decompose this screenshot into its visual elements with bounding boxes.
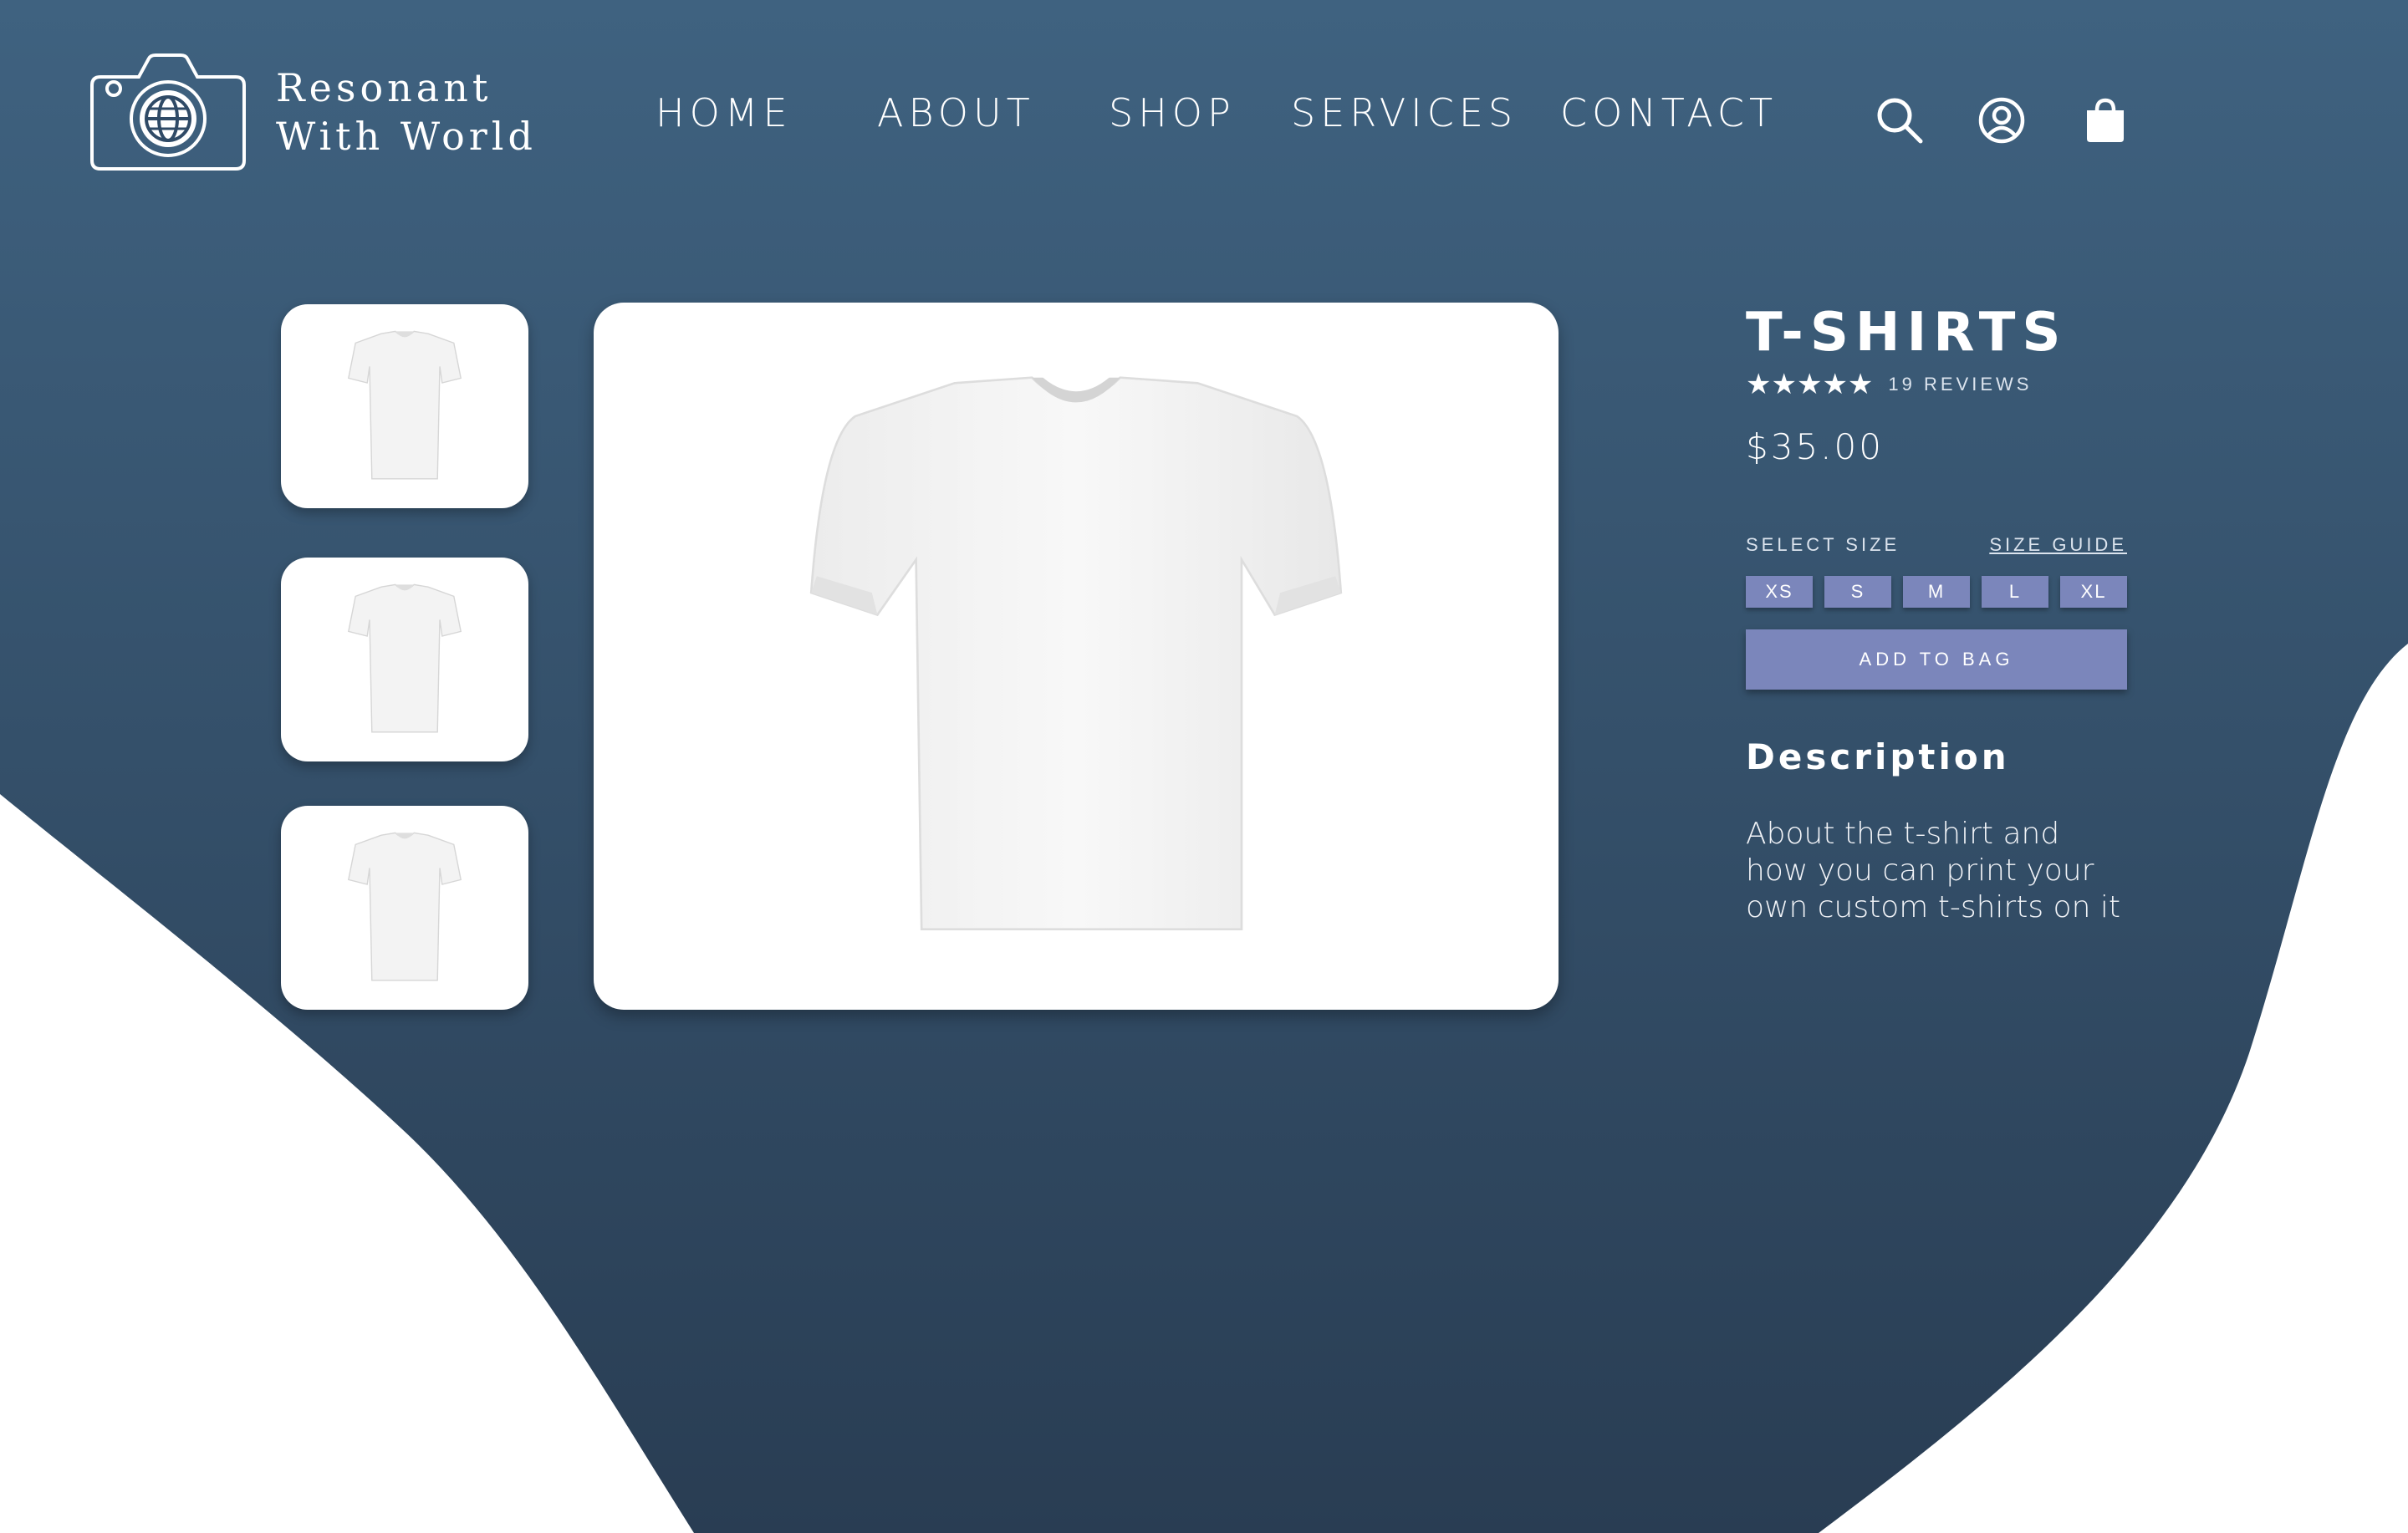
main-product-image xyxy=(594,303,1559,1010)
size-option-xl[interactable]: XL xyxy=(2060,576,2127,608)
nav-home[interactable]: HOME xyxy=(656,90,793,135)
rating-stars: ★★★★★ xyxy=(1746,369,1874,400)
tshirt-main-image xyxy=(809,376,1343,931)
product-page: Resonant With World HOME ABOUT SHOP SERV… xyxy=(0,0,2408,1533)
select-size-label: SELECT SIZE xyxy=(1746,534,1900,555)
thumbnail-3[interactable] xyxy=(281,806,528,1010)
product-rating: ★★★★★ 19 REVIEWS xyxy=(1746,368,2127,401)
size-option-m[interactable]: M xyxy=(1903,576,1970,608)
product-price: $35.00 xyxy=(1746,426,1884,467)
account-icon[interactable] xyxy=(1977,95,2027,145)
description-text: About the t-shirt and how you can print … xyxy=(1746,817,2120,924)
thumbnail-2[interactable] xyxy=(281,558,528,761)
nav-shop[interactable]: SHOP xyxy=(1109,90,1236,135)
search-icon[interactable] xyxy=(1875,95,1925,145)
shopping-bag-icon[interactable] xyxy=(2080,95,2130,145)
reviews-link[interactable]: 19 REVIEWS xyxy=(1888,374,2032,395)
tshirt-thumbnail-image xyxy=(347,583,462,733)
tshirt-thumbnail-image xyxy=(347,832,462,981)
add-to-bag-button[interactable]: ADD TO BAG xyxy=(1746,629,2127,690)
product-title: T-SHIRTS xyxy=(1746,302,2068,364)
size-options: XS S M L XL xyxy=(1746,576,2127,608)
main-nav: HOME ABOUT SHOP SERVICES CONTACT xyxy=(0,90,2408,149)
nav-contact[interactable]: CONTACT xyxy=(1560,90,1778,135)
size-guide-link[interactable]: SIZE GUIDE xyxy=(1989,534,2127,556)
tshirt-thumbnail-image xyxy=(347,330,462,480)
size-option-l[interactable]: L xyxy=(1982,576,2048,608)
description-heading: Description xyxy=(1746,736,2010,777)
nav-about[interactable]: ABOUT xyxy=(877,90,1035,135)
thumbnail-1[interactable] xyxy=(281,304,528,508)
product-info-panel: T-SHIRTS ★★★★★ 19 REVIEWS $35.00 SELECT … xyxy=(1746,301,2127,926)
nav-services[interactable]: SERVICES xyxy=(1291,90,1518,135)
size-option-xs[interactable]: XS xyxy=(1746,576,1813,608)
size-option-s[interactable]: S xyxy=(1824,576,1891,608)
size-header: SELECT SIZE SIZE GUIDE xyxy=(1746,534,2127,556)
